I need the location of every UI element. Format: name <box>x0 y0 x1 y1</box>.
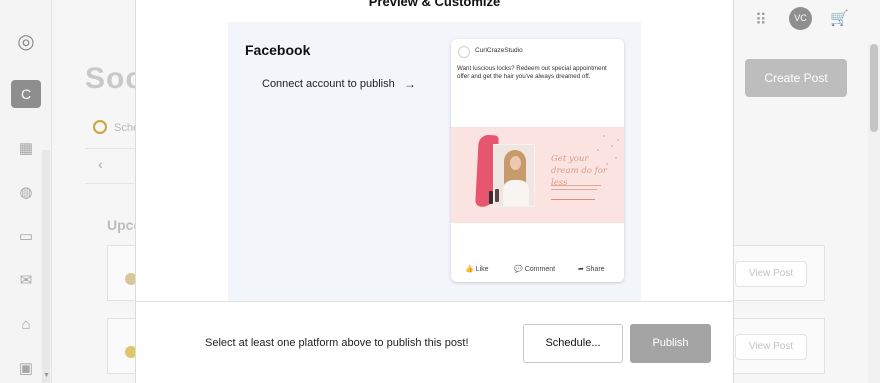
calendar-icon[interactable]: ▣ <box>17 360 35 378</box>
chevron-left-icon[interactable]: ‹ <box>98 156 103 172</box>
post-image: Get your dream do for less <box>451 127 624 223</box>
store-icon[interactable]: ⌂ <box>17 316 35 334</box>
page-title: Soc <box>85 62 144 95</box>
model-photo <box>493 144 535 207</box>
brand-logo-icon[interactable]: ◎ <box>16 32 36 52</box>
sparkle <box>615 157 617 159</box>
thumbs-up-icon: 👍 <box>465 266 474 273</box>
share-label: Share <box>585 266 605 273</box>
browser-icon[interactable]: ▭ <box>17 228 35 246</box>
promo-fine-print <box>551 185 601 186</box>
arrow-right-icon[interactable]: → <box>404 75 416 93</box>
promo-fine-print <box>551 199 595 200</box>
rail-scrollbar[interactable] <box>42 150 50 383</box>
left-navigation-rail: ◎ C ▦ ◍ ▭ ✉ ⌂ ▣ ▼ <box>0 0 52 383</box>
product-bottle <box>489 191 493 204</box>
comment-label: Comment <box>524 266 556 273</box>
facebook-post-preview: CurlCrazeStudio Want luscious locks? Red… <box>451 39 624 282</box>
like-button[interactable]: 👍 Like <box>465 263 489 277</box>
rail-scroll-down-icon[interactable]: ▼ <box>43 372 50 379</box>
platform-preview-panel: Facebook Connect account to publish → Cu… <box>228 22 641 301</box>
post-text: Want luscious locks? Redeem out special … <box>457 65 607 80</box>
cart-icon[interactable]: 🛒 <box>830 9 849 27</box>
view-post-button[interactable]: View Post <box>735 334 807 360</box>
sparkle <box>603 135 605 137</box>
like-label: Like <box>475 266 489 273</box>
photo-body <box>503 180 529 206</box>
page-name: CurlCrazeStudio <box>475 47 523 54</box>
promo-fine-print <box>551 189 597 190</box>
avatar[interactable]: VC <box>789 7 812 30</box>
mail-icon[interactable]: ✉ <box>17 272 35 290</box>
comment-icon: 💬 <box>514 266 523 273</box>
sparkle <box>606 163 608 165</box>
clock-icon <box>93 120 107 134</box>
sparkle <box>597 149 599 151</box>
publish-hint: Select at least one platform above to pu… <box>205 337 469 349</box>
preview-customize-modal: Preview & Customize Facebook Connect acc… <box>136 0 733 383</box>
sparkle <box>617 139 619 141</box>
connect-account-link[interactable]: Connect account to publish <box>262 75 422 93</box>
footer-divider <box>136 301 733 302</box>
workspace-badge[interactable]: C <box>11 80 41 108</box>
create-post-button[interactable]: Create Post <box>745 59 847 97</box>
platform-name: Facebook <box>245 42 311 58</box>
sparkle <box>611 145 613 147</box>
post-actions: 👍 Like 💬 Comment ➦ Share <box>451 263 624 277</box>
photo-face <box>510 156 521 170</box>
modal-title: Preview & Customize <box>368 0 501 9</box>
product-bottle <box>495 189 499 202</box>
apps-grid-icon[interactable]: ⠿ <box>755 10 767 30</box>
dashboard-icon[interactable]: ▦ <box>17 140 35 158</box>
globe-icon[interactable]: ◍ <box>17 184 35 202</box>
publish-button[interactable]: Publish <box>630 324 711 363</box>
share-icon: ➦ <box>578 266 584 273</box>
comment-button[interactable]: 💬 Comment <box>514 263 555 277</box>
page-avatar <box>458 46 470 58</box>
schedule-button[interactable]: Schedule... <box>523 324 623 363</box>
page-scroll-thumb[interactable] <box>870 44 878 132</box>
date-nav-box <box>85 148 135 184</box>
promo-headline: Get your dream do for less <box>551 154 607 188</box>
view-post-button[interactable]: View Post <box>735 261 807 287</box>
share-button[interactable]: ➦ Share <box>578 263 605 277</box>
